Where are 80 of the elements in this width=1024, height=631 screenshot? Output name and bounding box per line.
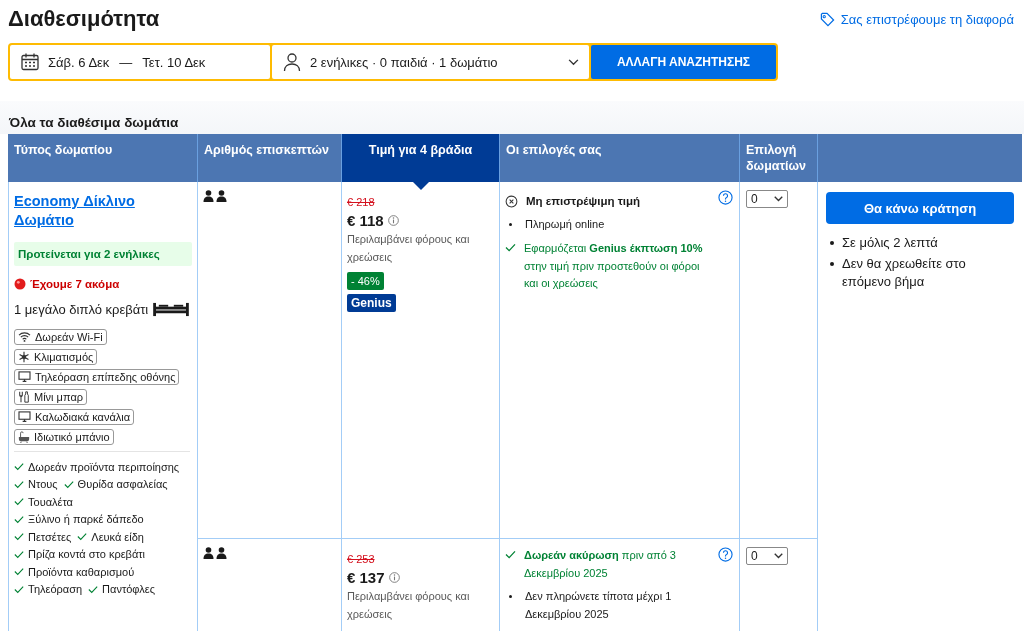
room-count-select[interactable]: 0 [746, 547, 788, 565]
check-icon [505, 243, 516, 252]
tv-icon [18, 411, 31, 423]
benefit-text: Δωρεάν ακύρωση πριν από 3 Δεκεμβρίου 2025 [524, 548, 677, 581]
booking-note: Δεν θα χρεωθείτε στο επόμενο βήμα [842, 255, 967, 292]
feature-item: Θυρίδα ασφαλείας [77, 477, 168, 492]
check-icon [63, 479, 74, 489]
room-count-select[interactable]: 0 [746, 190, 788, 208]
guests-field[interactable]: 2 ενήλικες · 0 παιδιά · 1 δωμάτιο [272, 45, 589, 79]
help-icon[interactable] [718, 190, 733, 205]
reserve-button[interactable]: Θα κάνω κράτηση [826, 192, 1014, 224]
feature-item: Παντόφλες [102, 582, 155, 597]
two-persons-icon [203, 547, 227, 559]
discount-badge: - 46% [347, 272, 384, 291]
tv-icon [18, 371, 31, 383]
current-price: € 137 [347, 569, 385, 586]
check-icon [88, 584, 99, 594]
recommendation-label: Προτείνεται για 2 ενήλικες [14, 241, 192, 266]
bullet-icon [509, 223, 512, 227]
feature-item: Τηλεόραση [28, 582, 83, 597]
price-match-link[interactable]: Σας επιστρέφουμε τη διαφορά [819, 11, 1014, 27]
current-price: € 118 [347, 212, 384, 229]
facility-chip: Δωρεάν Wi-Fi [14, 328, 107, 345]
facility-chip: Κλιματισμός [14, 348, 98, 365]
genius-badge: Genius [347, 294, 396, 313]
bullet-icon [830, 241, 834, 245]
tax-note: Περιλαμβάνει φόρους και χρεώσεις [347, 232, 471, 265]
facility-chip: Τηλεόραση επίπεδης οθόνης [14, 368, 180, 385]
facility-chip: Ιδιωτικό μπάνιο [14, 428, 114, 445]
person-icon [282, 52, 302, 72]
feature-item: Ντους [28, 477, 58, 492]
date-field[interactable]: Σάβ. 6 Δεκ — Τετ. 10 Δεκ [10, 45, 270, 79]
column-header: Επιλογή δωματίων [740, 134, 818, 182]
column-header: Αριθμός επισκεπτών [198, 134, 342, 182]
benefit-text: Εφαρμόζεται Genius έκπτωση 10% στην τιμή πριν προστεθούν οι φόροι και οι χρεώσεις [524, 241, 704, 292]
booking-note: Σε μόλις 2 λεπτά [842, 234, 938, 252]
original-price: € 218 [347, 196, 376, 208]
condition-text: Δεν πληρώνετε τίποτα μέχρι 1 Δεκεμβρίου 2025 [525, 589, 673, 622]
scarcity-text: Έχουμε 7 ακόμα [30, 277, 120, 290]
bullet-icon [830, 262, 834, 267]
info-icon [388, 572, 400, 583]
original-price: € 253 [347, 553, 376, 565]
bullet-icon [509, 595, 512, 599]
bed-icon [152, 301, 191, 317]
tag-icon [819, 11, 835, 27]
calendar-icon [20, 52, 40, 72]
feature-item: Πετσέτες [28, 529, 72, 545]
feature-item: Ξύλινο ή παρκέ δάπεδο [28, 512, 144, 527]
feature-item: Πρίζα κοντά στο κρεβάτι [28, 547, 146, 562]
room-name-link[interactable]: Economy Δίκλινο Δωμάτιο [14, 192, 192, 230]
policy-title: Μη επιστρέψιμη τιμή [526, 194, 641, 209]
section-title: Όλα τα διαθέσιμα δωμάτια [9, 115, 180, 130]
chevron-down-icon [568, 58, 579, 66]
check-icon [505, 550, 516, 559]
bath-icon [18, 430, 30, 443]
column-header: Οι επιλογές σας [500, 134, 740, 182]
facility-chip: Μίνι μπαρ [14, 388, 87, 405]
wifi-icon [18, 331, 31, 343]
tax-note: Περιλαμβάνει φόρους και χρεώσεις [347, 589, 471, 622]
column-header: Τύπος δωματίου [8, 134, 198, 182]
feature-item: Λευκά είδη [91, 529, 144, 545]
snowflake-icon [18, 350, 30, 363]
chevron-down-icon [774, 196, 783, 202]
check-icon [77, 532, 88, 542]
dot-icon [14, 277, 26, 290]
bed-text: 1 μεγάλο διπλό κρεβάτι [14, 301, 149, 317]
pointer-icon [412, 182, 429, 190]
page-title: Διαθεσιμότητα [8, 6, 160, 32]
no-refund-icon [505, 194, 518, 208]
info-icon [387, 215, 399, 226]
two-persons-icon [203, 190, 227, 202]
feature-item: Τουαλέτα [28, 494, 73, 510]
chevron-down-icon [774, 553, 783, 559]
facility-chip: Καλωδιακά κανάλια [14, 408, 135, 425]
feature-item: Προϊόντα καθαρισμού [28, 564, 135, 580]
feature-item: Δωρεάν προϊόντα περιποίησης [28, 459, 180, 475]
condition-text: Πληρωμή online [525, 217, 605, 233]
help-icon[interactable] [718, 547, 733, 562]
fork-bottle-icon [18, 390, 30, 403]
search-button[interactable]: ΑΛΛΑΓΗ ΑΝΑΖΗΤΗΣΗΣ [591, 45, 776, 79]
